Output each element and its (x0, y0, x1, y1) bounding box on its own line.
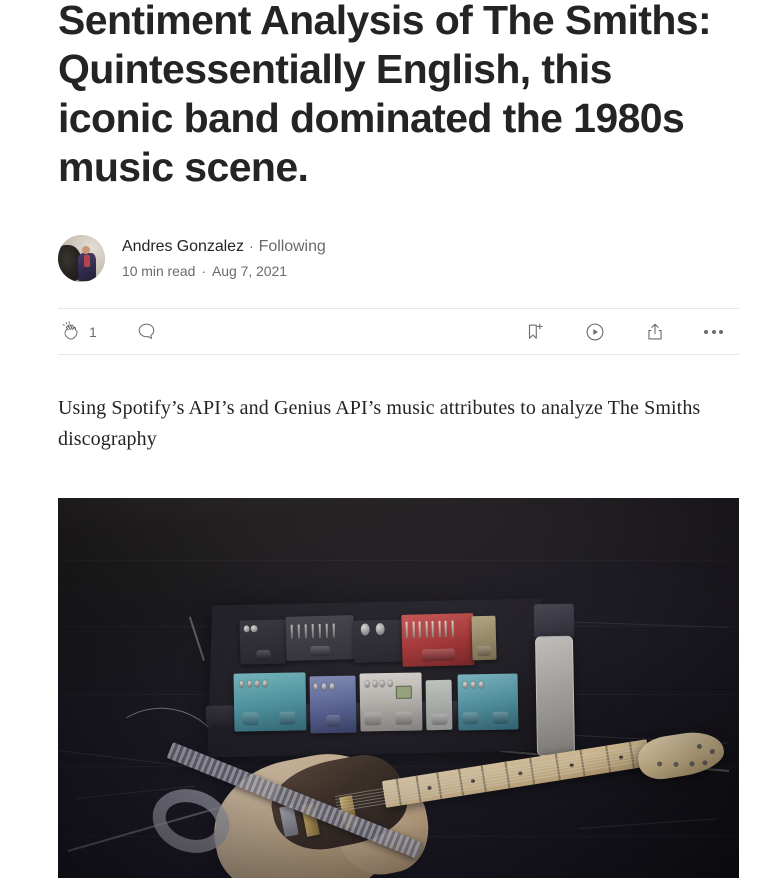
comment-button[interactable] (136, 321, 157, 342)
article-content-column: Sentiment Analysis of The Smiths: Quinte… (58, 0, 739, 878)
byline-meta-row: 10 min read · Aug 7, 2021 (122, 261, 326, 281)
action-bar: 1 (58, 308, 739, 355)
comment-icon (136, 321, 157, 342)
article-lede: Using Spotify’s API’s and Genius API’s m… (58, 397, 701, 450)
byline: Andres Gonzalez · Following 10 min read · Au… (58, 234, 739, 282)
image-vignette (58, 498, 739, 878)
more-options-button[interactable] (704, 329, 723, 334)
byline-author-row: Andres Gonzalez · Following (122, 235, 326, 258)
play-circle-icon (584, 321, 606, 343)
share-button[interactable] (644, 321, 666, 343)
listen-button[interactable] (584, 321, 606, 343)
hero-image-scene (58, 498, 739, 878)
article-page: Sentiment Analysis of The Smiths: Quinte… (0, 0, 774, 878)
avatar-person-shirt (84, 255, 90, 268)
clap-icon (60, 320, 82, 343)
avatar[interactable] (58, 234, 105, 282)
bookmark-plus-icon (524, 321, 546, 343)
hero-image (58, 498, 739, 878)
meta-separator: · (201, 263, 207, 279)
page-title: Sentiment Analysis of The Smiths: Quinte… (58, 0, 712, 190)
read-time: 10 min read (122, 263, 196, 279)
action-bar-right-group (524, 321, 737, 343)
share-icon (644, 321, 666, 343)
author-name[interactable]: Andres Gonzalez (122, 238, 244, 255)
clap-count: 1 (89, 323, 97, 340)
ellipsis-icon-dot (704, 329, 708, 334)
byline-separator: · (249, 238, 254, 254)
bookmark-button[interactable] (524, 321, 546, 343)
ellipsis-icon-dot (711, 329, 716, 334)
publish-date: Aug 7, 2021 (212, 263, 287, 279)
action-bar-left-group: 1 (60, 320, 157, 343)
byline-text: Andres Gonzalez · Following 10 min read · Au… (122, 235, 326, 281)
ellipsis-icon-dot (719, 329, 723, 334)
clap-button[interactable]: 1 (60, 320, 97, 343)
follow-button[interactable]: Following (259, 238, 326, 255)
